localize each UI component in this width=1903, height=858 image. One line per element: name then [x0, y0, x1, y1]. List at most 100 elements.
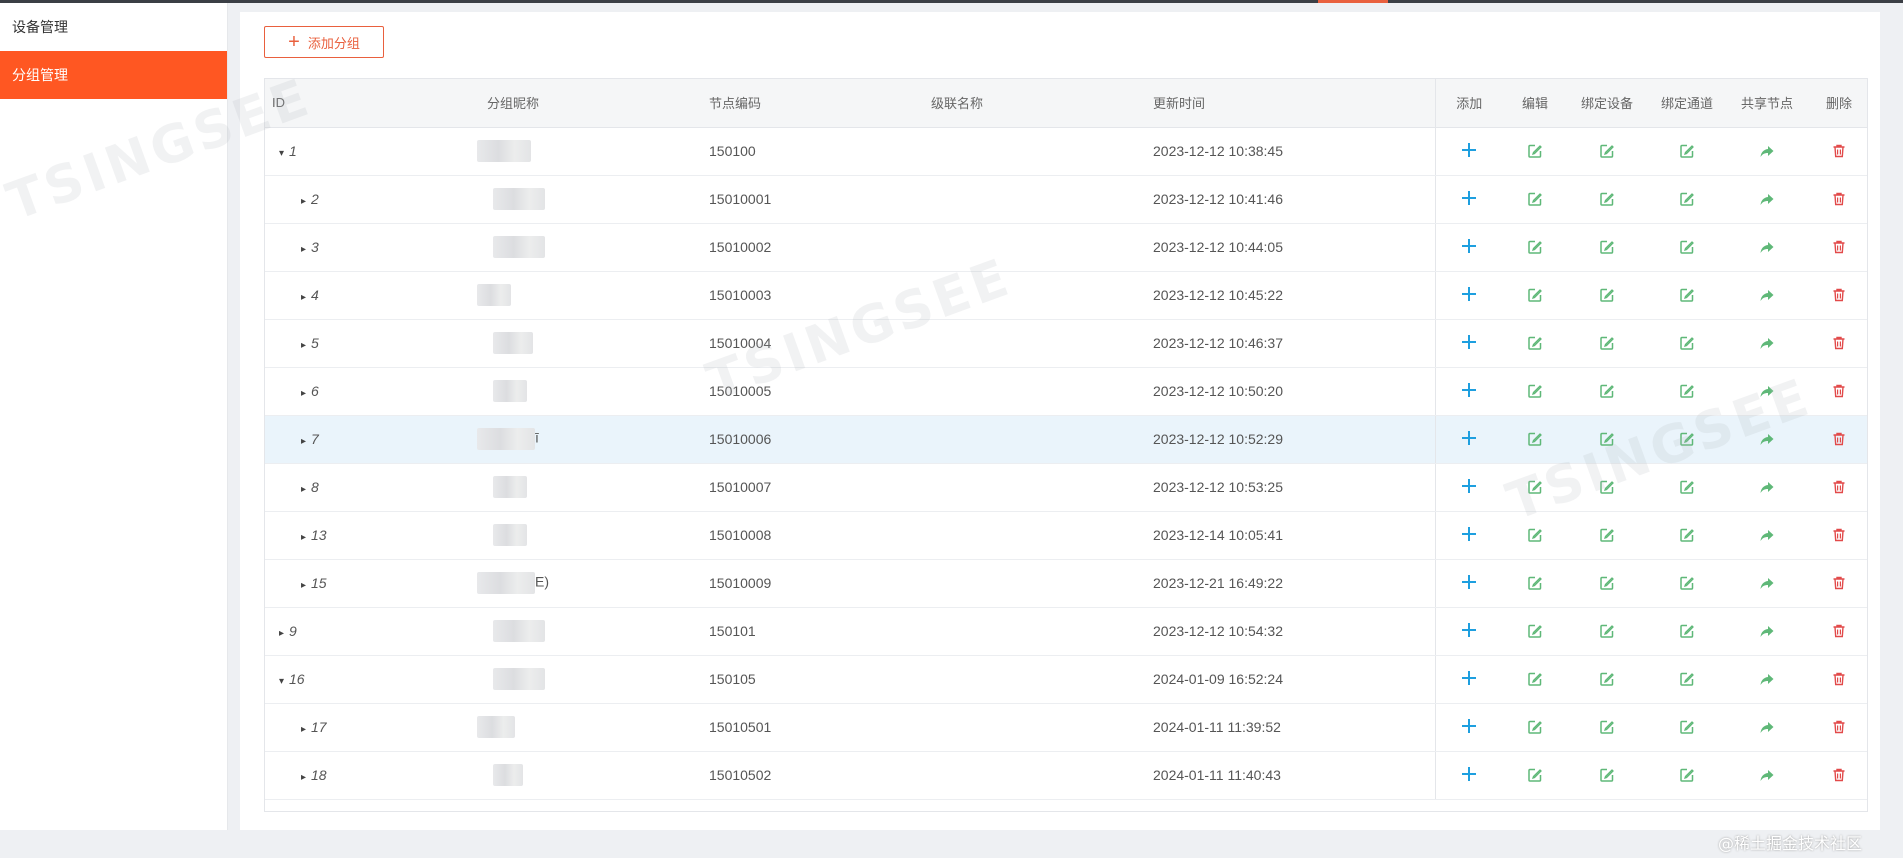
bind-device-icon[interactable] [1597, 429, 1617, 449]
add-icon[interactable] [1459, 332, 1479, 352]
table-row[interactable]: ▸ 18 15010502 2024-01-11 11:40:43 [265, 751, 1867, 800]
delete-icon[interactable] [1829, 477, 1849, 497]
table-row[interactable]: ▸ 5 15010004 2023-12-12 10:46:37 [265, 319, 1867, 368]
expand-toggle-icon[interactable]: ▸ [301, 436, 311, 447]
table-row[interactable]: ▸ 8 15010007 2023-12-12 10:53:25 [265, 463, 1867, 512]
add-icon[interactable] [1459, 716, 1479, 736]
share-icon[interactable] [1757, 381, 1777, 401]
delete-icon[interactable] [1829, 429, 1849, 449]
expand-toggle-icon[interactable]: ▸ [301, 772, 311, 783]
col-code[interactable]: 节点编码 [699, 79, 921, 128]
share-icon[interactable] [1757, 525, 1777, 545]
bind-device-icon[interactable] [1597, 669, 1617, 689]
add-icon[interactable] [1459, 188, 1479, 208]
delete-icon[interactable] [1829, 669, 1849, 689]
expand-toggle-icon[interactable]: ▸ [301, 196, 311, 207]
bind-channel-icon[interactable] [1677, 237, 1697, 257]
add-icon[interactable] [1459, 380, 1479, 400]
share-icon[interactable] [1757, 477, 1777, 497]
expand-toggle-icon[interactable]: ▸ [301, 244, 311, 255]
delete-icon[interactable] [1829, 381, 1849, 401]
add-icon[interactable] [1459, 284, 1479, 304]
add-icon[interactable] [1459, 428, 1479, 448]
bind-device-icon[interactable] [1597, 141, 1617, 161]
bind-channel-icon[interactable] [1677, 573, 1697, 593]
delete-icon[interactable] [1829, 333, 1849, 353]
bind-device-icon[interactable] [1597, 621, 1617, 641]
bind-channel-icon[interactable] [1677, 525, 1697, 545]
bind-channel-icon[interactable] [1677, 189, 1697, 209]
add-icon[interactable] [1459, 140, 1479, 160]
delete-icon[interactable] [1829, 525, 1849, 545]
share-icon[interactable] [1757, 429, 1777, 449]
bind-channel-icon[interactable] [1677, 285, 1697, 305]
table-row[interactable]: ▸ 7 ī 15010006 2023-12-12 10:52:29 [265, 415, 1867, 464]
delete-icon[interactable] [1829, 717, 1849, 737]
bind-device-icon[interactable] [1597, 477, 1617, 497]
table-row[interactable]: ▸ 2 15010001 2023-12-12 10:41:46 [265, 175, 1867, 224]
edit-icon[interactable] [1525, 189, 1545, 209]
table-row[interactable]: ▸ 4 15010003 2023-12-12 10:45:22 [265, 271, 1867, 320]
delete-icon[interactable] [1829, 189, 1849, 209]
collapse-toggle-icon[interactable]: ▾ [279, 148, 289, 159]
table-row[interactable]: ▾ 1 150100 2023-12-12 10:38:45 [265, 127, 1867, 176]
bind-channel-icon[interactable] [1677, 141, 1697, 161]
table-row[interactable]: ▸ 17 15010501 2024-01-11 11:39:52 [265, 703, 1867, 752]
share-icon[interactable] [1757, 285, 1777, 305]
bind-device-icon[interactable] [1597, 525, 1617, 545]
edit-icon[interactable] [1525, 477, 1545, 497]
table-row[interactable]: ▸ 3 15010002 2023-12-12 10:44:05 [265, 223, 1867, 272]
table-row[interactable]: ▸ 6 15010005 2023-12-12 10:50:20 [265, 367, 1867, 416]
table-row[interactable]: ▸ 13 15010008 2023-12-14 10:05:41 [265, 511, 1867, 560]
sidebar-item-group-management[interactable]: 分组管理 [0, 51, 227, 99]
add-group-button[interactable]: + 添加分组 [264, 26, 384, 58]
bind-channel-icon[interactable] [1677, 381, 1697, 401]
expand-toggle-icon[interactable]: ▸ [301, 580, 311, 591]
add-icon[interactable] [1459, 572, 1479, 592]
delete-icon[interactable] [1829, 141, 1849, 161]
share-icon[interactable] [1757, 669, 1777, 689]
expand-toggle-icon[interactable]: ▸ [301, 340, 311, 351]
add-icon[interactable] [1459, 620, 1479, 640]
expand-toggle-icon[interactable]: ▸ [301, 724, 311, 735]
edit-icon[interactable] [1525, 525, 1545, 545]
edit-icon[interactable] [1525, 381, 1545, 401]
add-icon[interactable] [1459, 476, 1479, 496]
delete-icon[interactable] [1829, 765, 1849, 785]
bind-channel-icon[interactable] [1677, 765, 1697, 785]
sidebar-item-device-management[interactable]: 设备管理 [0, 3, 227, 51]
share-icon[interactable] [1757, 573, 1777, 593]
bind-device-icon[interactable] [1597, 573, 1617, 593]
expand-toggle-icon[interactable]: ▸ [301, 388, 311, 399]
bind-device-icon[interactable] [1597, 333, 1617, 353]
share-icon[interactable] [1757, 717, 1777, 737]
add-icon[interactable] [1459, 668, 1479, 688]
col-id[interactable]: ID [265, 79, 477, 128]
edit-icon[interactable] [1525, 621, 1545, 641]
collapse-toggle-icon[interactable]: ▾ [279, 676, 289, 687]
edit-icon[interactable] [1525, 333, 1545, 353]
edit-icon[interactable] [1525, 765, 1545, 785]
expand-toggle-icon[interactable]: ▸ [279, 628, 289, 639]
bind-device-icon[interactable] [1597, 381, 1617, 401]
share-icon[interactable] [1757, 189, 1777, 209]
edit-icon[interactable] [1525, 717, 1545, 737]
table-row[interactable]: ▸ 9 150101 2023-12-12 10:54:32 [265, 607, 1867, 656]
delete-icon[interactable] [1829, 285, 1849, 305]
bind-device-icon[interactable] [1597, 717, 1617, 737]
col-name[interactable]: 分组昵称 [477, 79, 699, 128]
bind-channel-icon[interactable] [1677, 429, 1697, 449]
delete-icon[interactable] [1829, 621, 1849, 641]
bind-device-icon[interactable] [1597, 765, 1617, 785]
expand-toggle-icon[interactable]: ▸ [301, 532, 311, 543]
edit-icon[interactable] [1525, 141, 1545, 161]
bind-channel-icon[interactable] [1677, 477, 1697, 497]
share-icon[interactable] [1757, 333, 1777, 353]
share-icon[interactable] [1757, 621, 1777, 641]
share-icon[interactable] [1757, 765, 1777, 785]
share-icon[interactable] [1757, 237, 1777, 257]
table-row[interactable]: ▾ 16 150105 2024-01-09 16:52:24 [265, 655, 1867, 704]
edit-icon[interactable] [1525, 573, 1545, 593]
edit-icon[interactable] [1525, 669, 1545, 689]
add-icon[interactable] [1459, 236, 1479, 256]
